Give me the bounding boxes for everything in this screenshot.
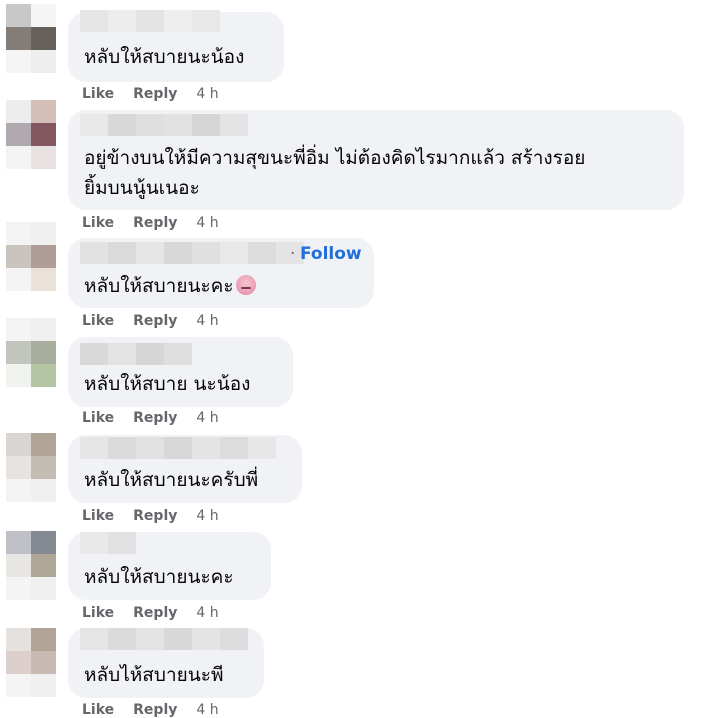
avatar[interactable] — [6, 100, 56, 170]
like-button[interactable]: Like — [82, 702, 114, 718]
comment-actions: Like Reply 4 h — [82, 508, 219, 524]
comment-text: หลับให้สบาย นะน้อง — [84, 373, 251, 395]
comment-timestamp[interactable]: 4 h — [196, 313, 218, 329]
reply-button[interactable]: Reply — [133, 702, 177, 718]
like-button[interactable]: Like — [82, 313, 114, 329]
avatar[interactable] — [6, 222, 56, 292]
reply-button[interactable]: Reply — [133, 605, 177, 621]
comment-bubble: หลับให้สบายนะน้อง — [68, 10, 284, 82]
comment-timestamp[interactable]: 4 h — [196, 605, 218, 621]
comment-bubble: หลับไห้สบายนะพี — [68, 628, 264, 698]
comment-actions: Like Reply 4 h — [82, 605, 219, 621]
avatar[interactable] — [6, 531, 56, 601]
comment-timestamp[interactable]: 4 h — [196, 215, 218, 231]
avatar[interactable] — [6, 4, 56, 74]
like-button[interactable]: Like — [82, 86, 114, 102]
reply-button[interactable]: Reply — [133, 410, 177, 426]
separator-dot: · — [290, 244, 296, 264]
comment-actions: Like Reply 4 h — [82, 313, 219, 329]
comment-bubble: หลับให้สบายนะครับพี่ — [68, 435, 302, 503]
comment-text-content: หลับให้สบายนะคะ — [84, 275, 234, 297]
comment-timestamp[interactable]: 4 h — [196, 86, 218, 102]
like-button[interactable]: Like — [82, 605, 114, 621]
author-name-blurred[interactable] — [80, 242, 304, 264]
comment-timestamp[interactable]: 4 h — [196, 508, 218, 524]
comment-bubble: หลับให้สบายนะคะ — [68, 532, 271, 600]
author-name-blurred[interactable] — [80, 532, 136, 554]
comment-text: หลับให้สบายนะคะ — [84, 271, 256, 301]
comment-timestamp[interactable]: 4 h — [196, 702, 218, 718]
comment-text: หลับให้สบายนะคะ — [84, 566, 234, 588]
comment-text: อยู่ข้างบนให้มีความสุขนะพี่อิ่ม ไม่ต้องค… — [84, 147, 586, 169]
avatar[interactable] — [6, 628, 56, 698]
reply-button[interactable]: Reply — [133, 86, 177, 102]
comment-actions: Like Reply 4 h — [82, 86, 219, 102]
like-button[interactable]: Like — [82, 215, 114, 231]
like-button[interactable]: Like — [82, 508, 114, 524]
comment-timestamp[interactable]: 4 h — [196, 410, 218, 426]
comment-text: หลับให้สบายนะครับพี่ — [84, 469, 259, 491]
avatar[interactable] — [6, 433, 56, 503]
comment-bubble: หลับให้สบาย นะน้อง — [68, 337, 293, 407]
author-name-blurred[interactable] — [80, 10, 220, 32]
face-emoji-icon — [235, 275, 256, 295]
comment-actions: Like Reply 4 h — [82, 410, 219, 426]
like-button[interactable]: Like — [82, 410, 114, 426]
reply-button[interactable]: Reply — [133, 508, 177, 524]
comment-actions: Like Reply 4 h — [82, 215, 219, 231]
comment-actions: Like Reply 4 h — [82, 702, 219, 718]
author-name-blurred[interactable] — [80, 114, 248, 136]
reply-button[interactable]: Reply — [133, 313, 177, 329]
comment-text: หลับไห้สบายนะพี — [84, 664, 224, 686]
reply-button[interactable]: Reply — [133, 215, 177, 231]
avatar[interactable] — [6, 318, 56, 388]
comment-text: หลับให้สบายนะน้อง — [84, 46, 245, 68]
author-name-blurred[interactable] — [80, 343, 192, 365]
comment-bubble: อยู่ข้างบนให้มีความสุขนะพี่อิ่ม ไม่ต้องค… — [68, 110, 684, 210]
author-name-blurred[interactable] — [80, 437, 276, 459]
author-name-blurred[interactable] — [80, 628, 248, 650]
follow-button[interactable]: Follow — [300, 244, 362, 264]
comment-bubble: · Follow หลับให้สบายนะคะ — [68, 238, 374, 308]
comment-text-line2: ยิ้มบนนู้นเนอะ — [84, 177, 200, 199]
